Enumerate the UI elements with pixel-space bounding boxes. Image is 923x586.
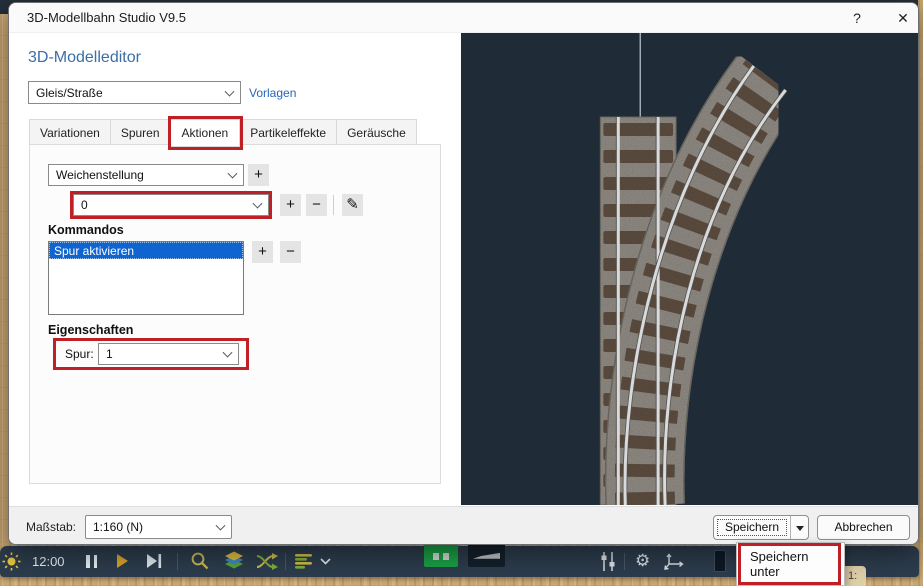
aktionen-tab-panel: Weichenstellung + 0 + − ✎ Kommandos Spur… — [29, 144, 441, 484]
titlebar: 3D-Modellbahn Studio V9.5 ? ✕ — [9, 3, 918, 33]
page-title: 3D-Modelleditor — [28, 49, 141, 66]
triangle-down-icon — [796, 526, 804, 531]
state-select[interactable]: 0 — [73, 194, 269, 216]
chevron-down-icon[interactable] — [320, 558, 331, 565]
model-3d-preview[interactable] — [461, 33, 918, 505]
add-event-button[interactable]: + — [248, 164, 269, 186]
ramp-icon — [473, 552, 500, 559]
editor-form-panel: 3D-Modelleditor Gleis/Straße Vorlagen Va… — [9, 33, 461, 505]
scale-label: Maßstab: — [26, 520, 77, 534]
gear-icon[interactable]: ⚙ — [635, 551, 650, 571]
track-switch-render — [461, 33, 918, 505]
save-menu-arrow[interactable] — [790, 516, 808, 539]
skip-to-end-icon[interactable] — [147, 554, 162, 568]
menu-item-speichern-unter[interactable]: Speichern unter — [741, 546, 838, 582]
partially-hidden-icon[interactable] — [714, 550, 726, 572]
commands-label: Kommandos — [48, 223, 124, 237]
spur-property-row: Spur: 1 — [56, 341, 246, 367]
chevron-down-icon — [227, 168, 238, 179]
editor-tabs: Variationen Spuren Aktionen Partikeleffe… — [29, 119, 417, 147]
move-axes-icon[interactable] — [664, 552, 685, 571]
taskbar-separator — [177, 553, 178, 570]
tab-partikeleffekte[interactable]: Partikeleffekte — [240, 119, 338, 147]
taskbar-separator — [285, 553, 286, 570]
chevron-down-icon — [224, 86, 235, 97]
cancel-button[interactable]: Abbrechen — [817, 515, 910, 540]
save-dropdown-menu: Speichern unter Exportieren — [736, 542, 845, 586]
toolbar-separator — [333, 195, 334, 215]
chevron-down-icon — [252, 198, 263, 209]
model-editor-dialog: 3D-Modellbahn Studio V9.5 ? ✕ 3D-Modelle… — [8, 2, 919, 545]
event-select[interactable]: Weichenstellung — [48, 164, 244, 186]
remove-command-button[interactable]: − — [280, 241, 301, 263]
layers-icon[interactable] — [224, 551, 244, 571]
edit-state-button[interactable]: ✎ — [342, 194, 363, 216]
tab-spuren[interactable]: Spuren — [110, 119, 171, 147]
model-type-select[interactable]: Gleis/Straße — [28, 81, 241, 104]
sun-icon[interactable] — [2, 552, 21, 571]
simulation-time[interactable]: 12:00 — [32, 554, 65, 569]
list-lines-icon[interactable] — [295, 554, 313, 569]
menu-item-exportieren[interactable]: Exportieren — [737, 582, 844, 586]
list-item[interactable]: Spur aktivieren — [49, 242, 243, 259]
play-icon[interactable] — [117, 554, 129, 568]
chevron-down-icon — [222, 347, 233, 358]
tab-variationen[interactable]: Variationen — [29, 119, 111, 147]
remove-state-button[interactable]: − — [306, 194, 327, 216]
tab-geraeusche[interactable]: Geräusche — [337, 119, 417, 147]
add-state-button[interactable]: + — [280, 194, 301, 216]
shuffle-icon[interactable] — [256, 553, 278, 570]
sliders-icon[interactable] — [600, 552, 616, 571]
close-button[interactable]: ✕ — [887, 3, 918, 33]
save-button[interactable]: Speichern — [714, 516, 790, 539]
spur-select[interactable]: 1 — [98, 343, 239, 365]
pause-icon[interactable] — [86, 555, 101, 573]
save-split-button: Speichern — [713, 515, 809, 540]
tab-aktionen[interactable]: Aktionen — [170, 119, 241, 147]
taskbar-separator — [624, 553, 625, 570]
scale-select[interactable]: 1:160 (N) — [85, 515, 232, 539]
dialog-footer: Maßstab: 1:160 (N) Speichern Abbrechen — [9, 506, 918, 544]
templates-link[interactable]: Vorlagen — [249, 86, 296, 100]
window-title: 3D-Modellbahn Studio V9.5 — [27, 10, 186, 25]
spur-label: Spur: — [65, 347, 94, 361]
help-button[interactable]: ? — [841, 3, 873, 33]
chevron-down-icon — [215, 520, 226, 531]
zoom-icon[interactable] — [190, 551, 210, 571]
add-command-button[interactable]: + — [252, 241, 273, 263]
commands-listbox[interactable]: Spur aktivieren — [48, 241, 244, 315]
properties-label: Eigenschaften — [48, 323, 134, 337]
